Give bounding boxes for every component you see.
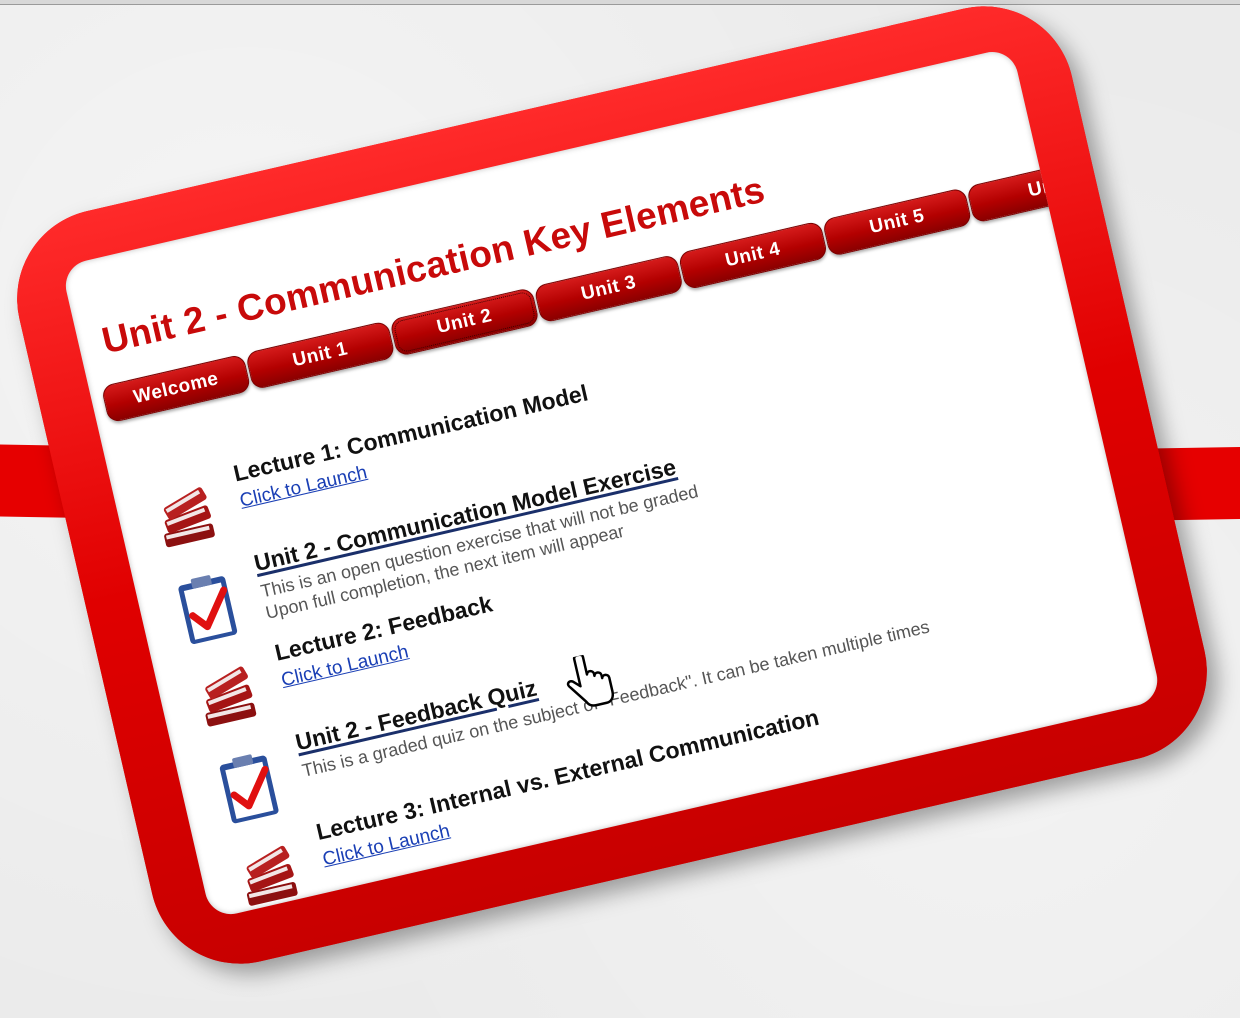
clipboard-check-icon[interactable] <box>164 565 250 651</box>
tab-unit-4[interactable]: Unit 4 <box>677 220 829 291</box>
tab-unit-3[interactable]: Unit 3 <box>533 253 685 324</box>
tab-unit-1[interactable]: Unit 1 <box>244 320 396 391</box>
top-border <box>0 0 1240 5</box>
tab-unit-2[interactable]: Unit 2 <box>389 287 540 357</box>
books-icon[interactable] <box>143 475 229 561</box>
clipboard-check-icon[interactable] <box>206 744 292 830</box>
tab-welcome[interactable]: Welcome <box>100 353 252 424</box>
books-icon[interactable] <box>185 655 271 741</box>
tab-unit-5[interactable]: Unit 5 <box>821 187 973 258</box>
books-icon[interactable] <box>226 834 312 919</box>
lecture-1-title: Lecture 1: Communication Model <box>230 379 591 487</box>
